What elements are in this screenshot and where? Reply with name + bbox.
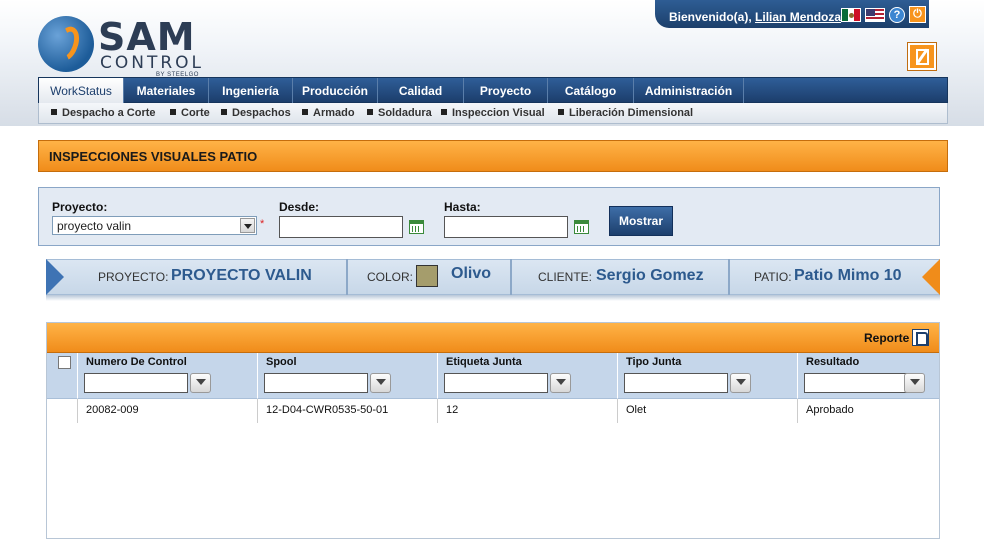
- user-name-link[interactable]: Lilian Mendoza: [755, 10, 841, 24]
- desde-date-input[interactable]: [279, 216, 403, 238]
- logo-icon: [38, 16, 94, 72]
- table-cell: Olet: [618, 399, 798, 423]
- column-header: Spool: [258, 353, 438, 399]
- numero-control-filter-input[interactable]: [84, 373, 188, 393]
- hasta-label: Hasta:: [444, 200, 481, 214]
- subnav-armado[interactable]: Armado: [302, 107, 355, 119]
- column-header: Resultado: [798, 353, 939, 399]
- tab-materiales[interactable]: Materiales: [124, 78, 209, 103]
- info-divider: [728, 259, 730, 295]
- filter-icon[interactable]: [904, 373, 925, 393]
- column-header: Etiqueta Junta: [438, 353, 618, 399]
- table-cell: 12: [438, 399, 618, 423]
- subnav-inspeccion-visual[interactable]: Inspeccion Visual: [441, 107, 545, 119]
- proyecto-select-value: proyecto valin: [57, 219, 132, 233]
- subnav-despachos[interactable]: Despachos: [221, 107, 291, 119]
- tab-proyecto[interactable]: Proyecto: [464, 78, 548, 103]
- info-proyecto-label: PROYECTO:: [98, 270, 169, 284]
- table-row-select: [47, 399, 78, 423]
- info-divider: [346, 259, 348, 295]
- report-icon[interactable]: [912, 329, 929, 346]
- mexico-flag-icon[interactable]: [841, 8, 861, 22]
- desde-calendar-icon[interactable]: [409, 220, 424, 234]
- main-content: INSPECCIONES VISUALES PATIO Proyecto: pr…: [0, 126, 984, 539]
- table-cell: 20082-009: [78, 399, 258, 423]
- select-all-header: [47, 353, 78, 399]
- right-arrow-decoration: [922, 259, 940, 295]
- info-cliente-value: Sergio Gomez: [596, 267, 704, 284]
- left-arrow-decoration: [46, 259, 64, 295]
- subnav-despacho-a-corte[interactable]: Despacho a Corte: [51, 107, 156, 119]
- tab-administracion[interactable]: Administración: [634, 78, 744, 103]
- tab-catalogo[interactable]: Catálogo: [548, 78, 634, 103]
- tab-workstatus[interactable]: WorkStatus: [39, 78, 124, 104]
- info-cliente-label: CLIENTE:: [538, 270, 593, 284]
- tab-produccion[interactable]: Producción: [293, 78, 378, 103]
- subnav-corte[interactable]: Corte: [170, 107, 210, 119]
- etiqueta-junta-filter-input[interactable]: [444, 373, 548, 393]
- hasta-calendar-icon[interactable]: [574, 220, 589, 234]
- info-divider: [510, 259, 512, 295]
- info-patio-label: PATIO:: [754, 270, 792, 284]
- subnav-liberacion-dimensional[interactable]: Liberación Dimensional: [558, 107, 693, 119]
- sam-control-logo[interactable]: SAM CONTROL BY STEELGO: [38, 15, 218, 78]
- chevron-down-icon[interactable]: [240, 218, 255, 233]
- edit-icon[interactable]: [908, 43, 936, 70]
- logo-subtitle: CONTROL: [100, 53, 205, 73]
- column-header: Numero De Control: [78, 353, 258, 399]
- filter-panel: Proyecto: proyecto valin * Desde: Hasta:…: [38, 187, 940, 246]
- grid-toolbar: Reporte: [47, 323, 939, 353]
- help-icon[interactable]: ?: [889, 7, 905, 23]
- info-color-label: COLOR:: [367, 270, 414, 284]
- sub-nav: Despacho a Corte Corte Despachos Armado …: [38, 103, 948, 124]
- proyecto-label: Proyecto:: [52, 200, 108, 214]
- column-title: Etiqueta Junta: [446, 356, 522, 368]
- logo-title: SAM: [98, 15, 196, 59]
- filter-icon[interactable]: [730, 373, 751, 393]
- page-title-bar: INSPECCIONES VISUALES PATIO: [38, 140, 948, 172]
- inspections-grid: Reporte Numero De Control Spool Etiqueta…: [46, 322, 940, 539]
- filter-icon[interactable]: [370, 373, 391, 393]
- hasta-date-input[interactable]: [444, 216, 568, 238]
- desde-label: Desde:: [279, 200, 320, 214]
- column-title: Resultado: [806, 356, 860, 368]
- column-header: Tipo Junta: [618, 353, 798, 399]
- page-title: INSPECCIONES VISUALES PATIO: [49, 149, 258, 164]
- tipo-junta-filter-input[interactable]: [624, 373, 728, 393]
- color-swatch: [416, 265, 438, 287]
- info-proyecto-value: PROYECTO VALIN: [171, 267, 312, 284]
- subnav-soldadura[interactable]: Soldadura: [367, 107, 432, 119]
- info-color-value: Olivo: [451, 265, 492, 282]
- table-cell: 12-D04-CWR0535-50-01: [258, 399, 438, 423]
- report-label[interactable]: Reporte: [864, 331, 909, 345]
- required-mark: *: [260, 218, 265, 230]
- filter-icon[interactable]: [550, 373, 571, 393]
- column-title: Numero De Control: [86, 356, 187, 368]
- filter-icon[interactable]: [190, 373, 211, 393]
- info-patio-value: Patio Mimo 10: [794, 267, 902, 284]
- tab-calidad[interactable]: Calidad: [378, 78, 464, 103]
- logout-icon[interactable]: ⏻: [909, 6, 926, 23]
- user-bar: Bienvenido(a), Lilian Mendoza ? ⏻: [655, 0, 929, 28]
- welcome-text: Bienvenido(a),: [669, 10, 752, 24]
- usa-flag-icon[interactable]: [865, 8, 885, 22]
- spool-filter-input[interactable]: [264, 373, 368, 393]
- main-nav: WorkStatus Materiales Ingeniería Producc…: [38, 77, 948, 104]
- proyecto-select[interactable]: proyecto valin: [52, 216, 257, 235]
- select-all-checkbox[interactable]: [58, 356, 71, 369]
- mostrar-button[interactable]: Mostrar: [609, 206, 673, 236]
- column-title: Spool: [266, 356, 297, 368]
- tab-ingenieria[interactable]: Ingeniería: [209, 78, 293, 103]
- column-title: Tipo Junta: [626, 356, 682, 368]
- info-band-shadow: [46, 295, 940, 301]
- resultado-filter-input[interactable]: [804, 373, 908, 393]
- table-cell: Aprobado: [806, 404, 854, 416]
